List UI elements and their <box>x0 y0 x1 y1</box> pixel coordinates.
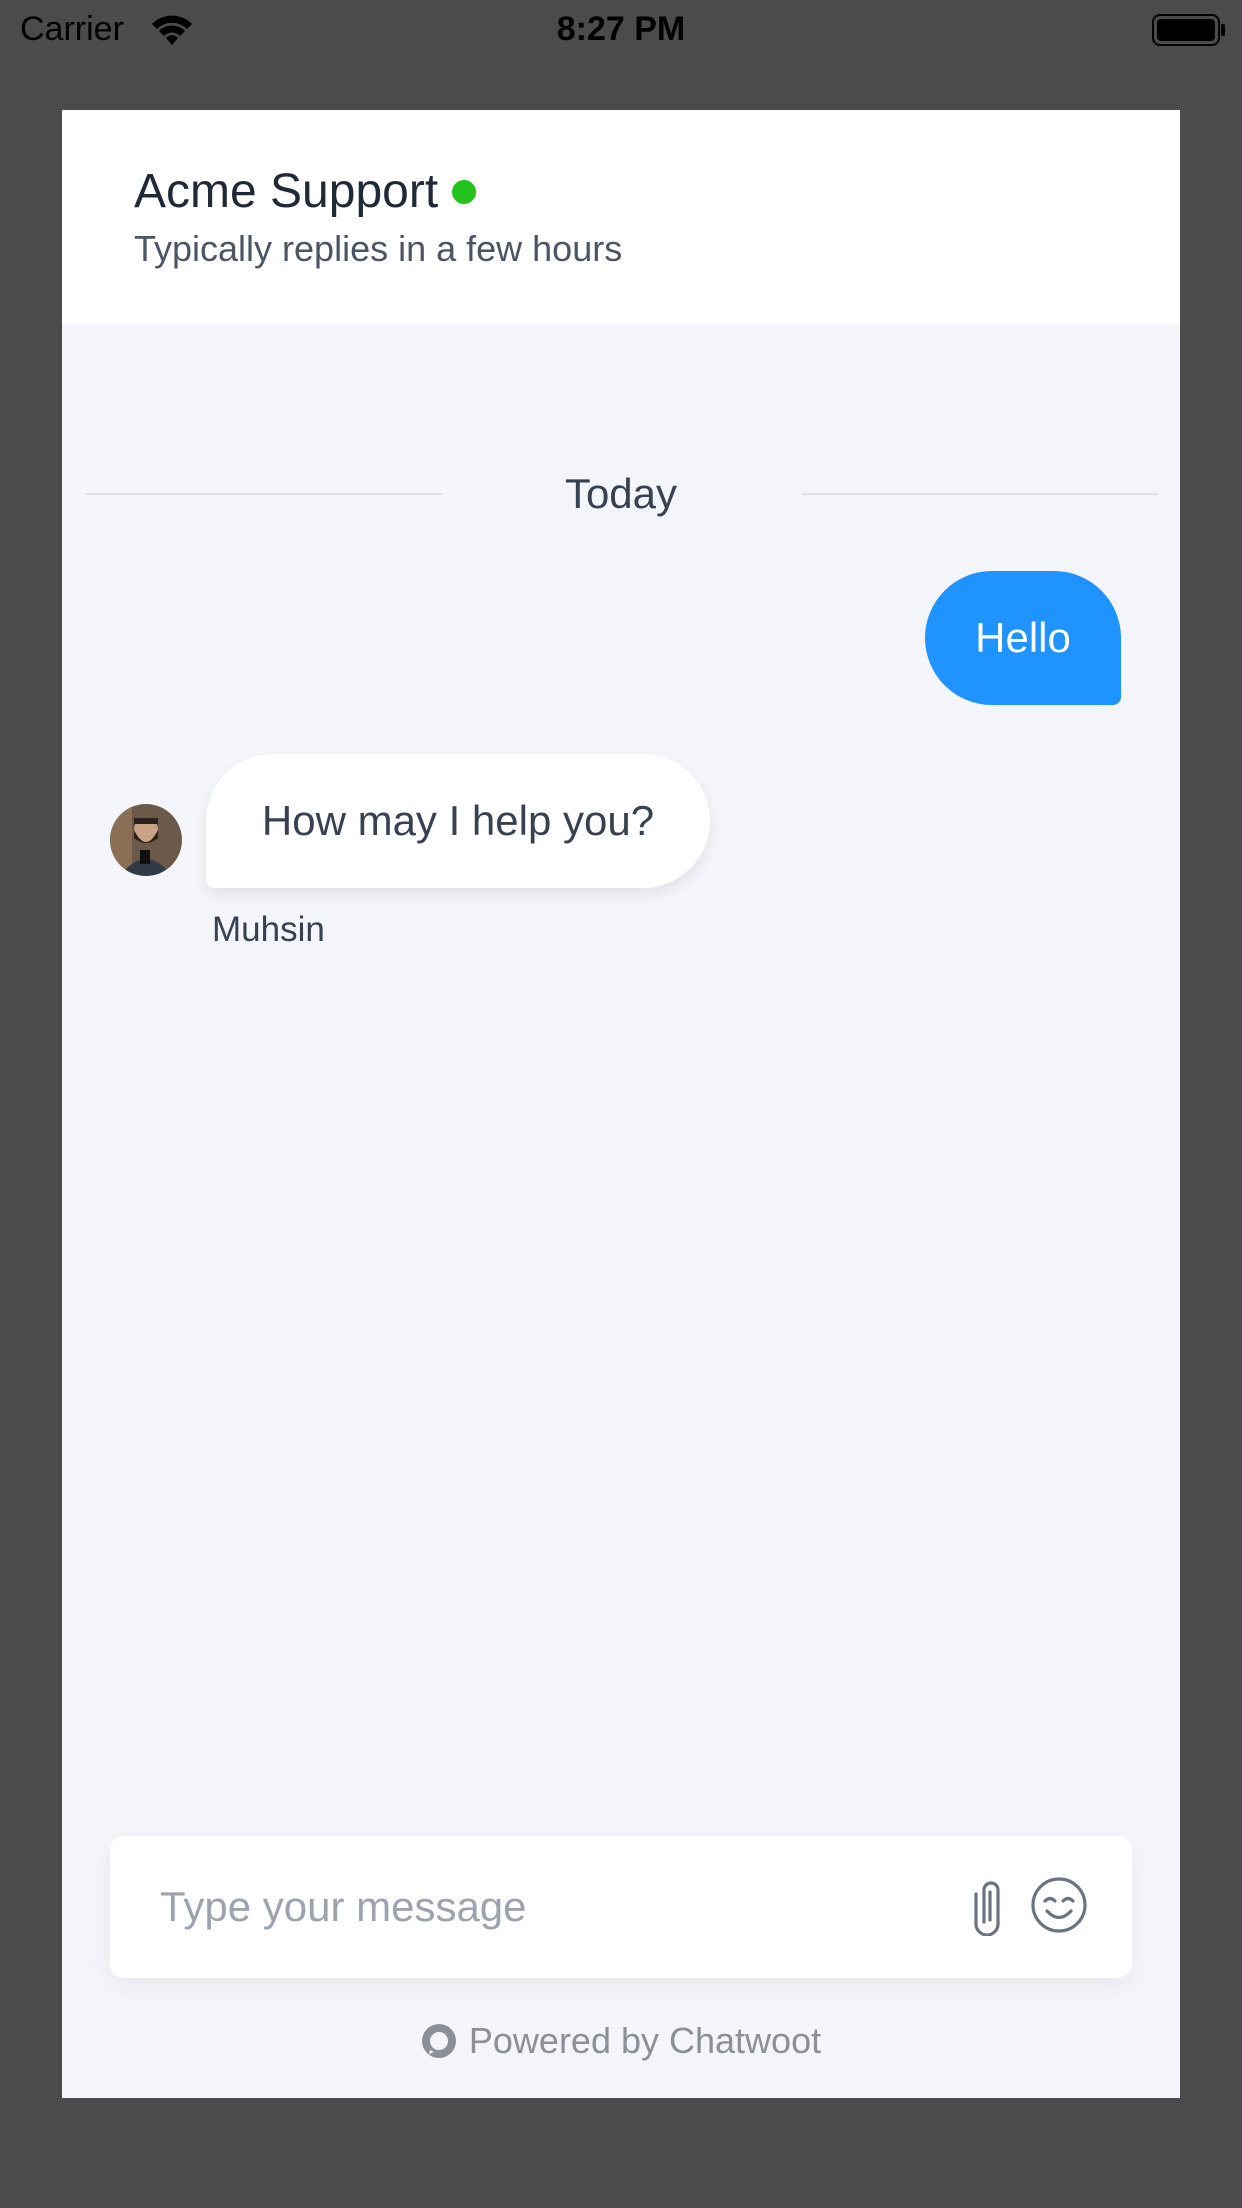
message-input[interactable] <box>158 1866 942 1948</box>
sender-name: Muhsin <box>212 910 325 949</box>
status-time: 8:27 PM <box>556 10 686 48</box>
status-bar: Carrier 8:27 PM <box>0 0 1242 62</box>
header-title: Acme Support <box>134 165 439 218</box>
outgoing-message-bubble[interactable]: Hello <box>925 571 1121 705</box>
message-composer <box>110 1836 1132 1978</box>
powered-by-label: Powered by Chatwoot <box>468 2020 822 2061</box>
incoming-message-bubble[interactable]: How may I help you? <box>206 754 710 888</box>
agent-avatar <box>110 804 182 876</box>
chat-widget: Acme Support Typically replies in a few … <box>62 110 1180 2098</box>
powered-by-link[interactable]: Powered by Chatwoot <box>62 2020 1180 2062</box>
chat-header: Acme Support Typically replies in a few … <box>62 110 1180 324</box>
date-divider-line-right <box>802 493 1158 495</box>
battery-icon <box>1152 14 1225 46</box>
attachment-icon[interactable] <box>970 1876 1012 1936</box>
title-row: Acme Support <box>134 164 477 219</box>
reply-time-subtitle: Typically replies in a few hours <box>134 228 623 269</box>
chatwoot-logo-icon <box>421 2024 456 2058</box>
emoji-icon[interactable] <box>1030 1876 1088 1934</box>
online-status-indicator <box>452 179 477 204</box>
